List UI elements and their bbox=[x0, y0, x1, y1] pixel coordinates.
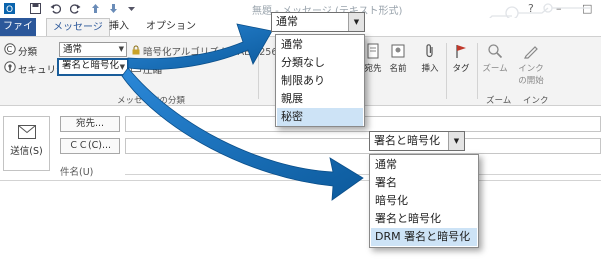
names-book-icon bbox=[391, 44, 405, 58]
svg-text:C: C bbox=[7, 45, 13, 54]
cc-field[interactable] bbox=[125, 138, 601, 154]
security-option[interactable]: 暗号化 bbox=[371, 192, 477, 210]
security-popup-value: 署名と暗号化 bbox=[374, 134, 440, 147]
magnifier-icon bbox=[488, 44, 503, 59]
tags-button-label: タグ bbox=[452, 64, 470, 74]
classification-option[interactable]: 制限あり bbox=[277, 72, 363, 90]
classification-popup-select[interactable]: 通常 ▼ bbox=[271, 12, 365, 32]
subject-field[interactable] bbox=[125, 174, 601, 175]
tab-file[interactable]: ファイル bbox=[0, 18, 36, 50]
classification-option[interactable]: 分類なし bbox=[277, 54, 363, 72]
tab-options[interactable]: オプション bbox=[140, 18, 202, 36]
up-arrow-icon[interactable] bbox=[90, 3, 101, 14]
zoom-button-label: ズーム bbox=[482, 64, 508, 74]
security-popup-select[interactable]: 署名と暗号化 ▼ bbox=[369, 131, 465, 151]
outlook-app-icon: O bbox=[4, 3, 15, 14]
lock-icon bbox=[132, 45, 140, 55]
redo-icon[interactable] bbox=[70, 3, 81, 14]
chevron-down-icon[interactable]: ▼ bbox=[348, 13, 364, 31]
subject-label: 件名(U) bbox=[60, 167, 94, 178]
classification-option[interactable]: 通常 bbox=[277, 36, 363, 54]
save-icon[interactable] bbox=[30, 3, 41, 14]
security-select-value: 署名と暗号化 bbox=[62, 60, 120, 71]
security-select[interactable]: 署名と暗号化 ▼ bbox=[57, 58, 129, 76]
message-classification-group-label: メッセージの分類 bbox=[117, 96, 185, 106]
classification-option-highlighted[interactable]: 秘密 bbox=[277, 108, 363, 126]
undo-icon[interactable] bbox=[50, 3, 61, 14]
security-icon bbox=[4, 61, 16, 73]
security-option[interactable]: 通常 bbox=[371, 156, 477, 174]
zoom-group-label: ズーム bbox=[486, 96, 512, 106]
ink-start-button-label: インクの開始 bbox=[518, 64, 544, 86]
zoom-button[interactable]: ズーム bbox=[481, 43, 509, 74]
pen-icon bbox=[524, 46, 538, 59]
tab-message[interactable]: メッセージ bbox=[46, 18, 110, 36]
outlook-compose-window: O 無題 - メッセージ (テキスト形式) ? – □ ファイル メッセージ 挿… bbox=[0, 0, 601, 267]
classification-select[interactable]: 通常 ▼ bbox=[59, 42, 127, 57]
ribbon-separator bbox=[258, 43, 259, 99]
security-option-highlighted[interactable]: DRM 署名と暗号化 bbox=[371, 228, 477, 246]
send-button-label: 送信(S) bbox=[10, 146, 43, 157]
insert-button-label: 挿入 bbox=[421, 64, 439, 74]
security-option[interactable]: 署名 bbox=[371, 174, 477, 192]
classification-select-value: 通常 bbox=[63, 44, 83, 55]
insert-button[interactable]: 挿入 bbox=[418, 43, 442, 74]
security-options-list: 通常 署名 暗号化 署名と暗号化 DRM 署名と暗号化 bbox=[369, 154, 479, 248]
ink-start-button[interactable]: インクの開始 bbox=[515, 43, 547, 86]
ribbon-separator bbox=[477, 43, 478, 99]
customize-qat-icon[interactable] bbox=[126, 3, 137, 14]
security-option[interactable]: 署名と暗号化 bbox=[371, 210, 477, 228]
names-button[interactable]: 名前 bbox=[385, 43, 411, 74]
classification-label: 分類 bbox=[18, 47, 38, 58]
classification-option[interactable]: 親展 bbox=[277, 90, 363, 108]
compress-label: 圧縮 bbox=[143, 65, 163, 76]
compose-area: 送信(S) 宛先... ＣＣ(C)... 件名(U) bbox=[0, 107, 601, 267]
classification-popup-value: 通常 bbox=[276, 15, 298, 28]
to-address-button[interactable]: 宛先... bbox=[60, 116, 120, 132]
to-button-label: 宛先 bbox=[364, 64, 382, 74]
chevron-down-icon: ▼ bbox=[118, 45, 124, 53]
ribbon-separator bbox=[446, 43, 447, 99]
ink-group-label: インク bbox=[523, 96, 549, 106]
address-book-icon bbox=[367, 43, 379, 59]
cc-address-button[interactable]: ＣＣ(C)... bbox=[60, 138, 120, 154]
to-button[interactable]: 宛先 bbox=[363, 43, 383, 74]
tags-button[interactable]: タグ bbox=[451, 43, 471, 74]
classification-options-list: 通常 分類なし 制限あり 親展 秘密 bbox=[275, 34, 365, 127]
compress-checkbox-icon[interactable] bbox=[131, 62, 141, 72]
flag-icon bbox=[456, 45, 466, 58]
envelope-icon bbox=[17, 125, 36, 139]
paperclip-icon bbox=[426, 44, 433, 58]
tab-insert[interactable]: 挿入 bbox=[103, 18, 135, 36]
names-button-label: 名前 bbox=[389, 64, 407, 74]
chevron-down-icon: ▼ bbox=[119, 63, 125, 71]
send-button[interactable]: 送信(S) bbox=[3, 116, 50, 171]
down-arrow-icon[interactable] bbox=[108, 3, 119, 14]
classification-icon: C bbox=[4, 43, 16, 55]
message-body[interactable] bbox=[0, 180, 601, 267]
svg-text:O: O bbox=[6, 5, 13, 14]
chevron-down-icon[interactable]: ▼ bbox=[448, 132, 464, 150]
